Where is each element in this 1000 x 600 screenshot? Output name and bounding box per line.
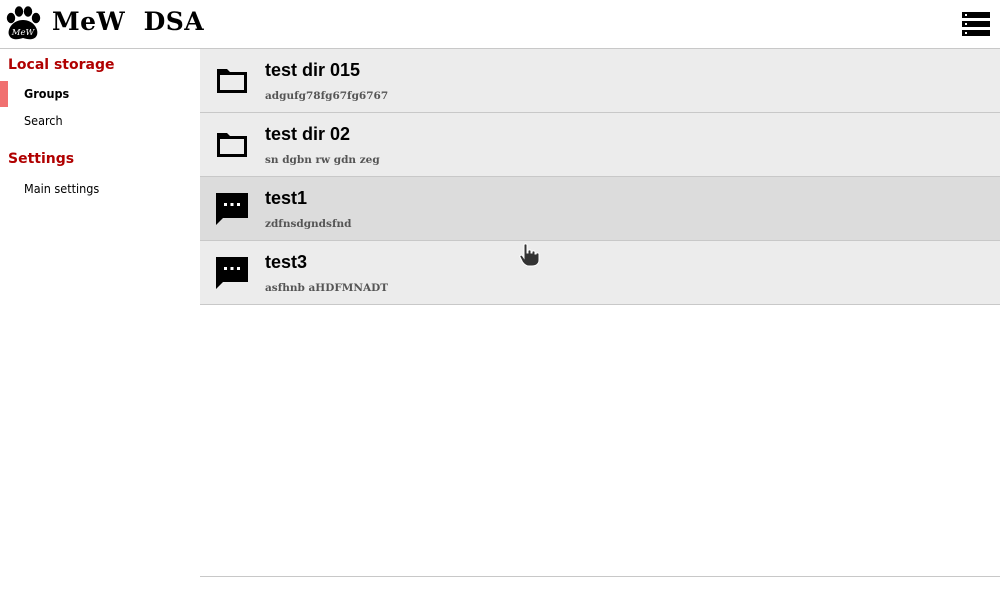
paw-logo-icon: MeW — [6, 6, 41, 40]
sidebar-item-label: Main settings — [24, 181, 100, 196]
list-item[interactable]: test dir 015 adgufg78fg67fg6767 — [200, 49, 1000, 113]
section-title-settings: Settings — [8, 151, 75, 167]
server-list-icon[interactable] — [962, 12, 990, 36]
item-subtitle: zdfnsdgndsfnd — [265, 218, 352, 230]
item-title: test1 — [265, 188, 308, 208]
list-item[interactable]: test dir 02 sn dgbn rw gdn zeg — [200, 113, 1000, 177]
list-item[interactable]: test1 zdfnsdgndsfnd — [200, 177, 1000, 241]
sidebar-item-groups[interactable]: Groups — [0, 81, 200, 107]
folder-icon — [217, 69, 247, 93]
section-title-local-storage: Local storage — [8, 57, 115, 73]
group-list: test dir 015 adgufg78fg67fg6767 test dir… — [200, 49, 1000, 600]
top-bar: MeW MeW DSA — [0, 0, 1000, 49]
item-subtitle: sn dgbn rw gdn zeg — [265, 154, 380, 166]
item-title: test dir 015 — [265, 60, 361, 80]
chat-icon — [216, 193, 248, 225]
sidebar-item-search[interactable]: Search — [0, 108, 200, 134]
sidebar-item-label: Search — [24, 113, 63, 128]
app-title: MeW DSA — [52, 7, 205, 36]
item-title: test3 — [265, 252, 308, 272]
app: MeW MeW DSA Local storage Groups Search … — [0, 0, 1000, 600]
chat-icon — [216, 257, 248, 289]
item-subtitle: asfhnb aHDFMNADT — [265, 282, 389, 294]
active-marker — [0, 81, 8, 107]
sidebar-item-main-settings[interactable]: Main settings — [0, 176, 200, 202]
footer-divider — [200, 576, 1000, 577]
item-title: test dir 02 — [265, 124, 351, 144]
list-item[interactable]: test3 asfhnb aHDFMNADT — [200, 241, 1000, 305]
sidebar-item-label: Groups — [24, 86, 70, 101]
folder-icon — [217, 133, 247, 157]
svg-text:MeW: MeW — [11, 28, 36, 38]
sidebar: Local storage Groups Search Settings Mai… — [0, 49, 200, 600]
item-subtitle: adgufg78fg67fg6767 — [265, 90, 389, 102]
